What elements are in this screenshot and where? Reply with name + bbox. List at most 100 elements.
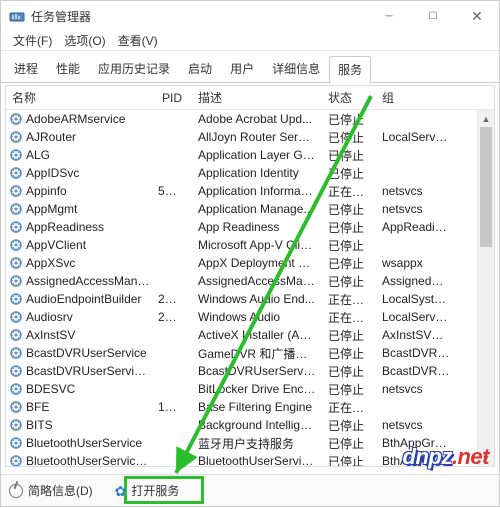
- service-icon: [10, 185, 22, 197]
- cell-desc: Windows Audio: [192, 310, 322, 324]
- table-row[interactable]: AJRouterAllJoyn Router Service已停止LocalSe…: [6, 128, 494, 146]
- table-row[interactable]: BFE1444Base Filtering Engine正在运行: [6, 398, 494, 416]
- cell-name: AppReadiness: [26, 220, 152, 234]
- service-icon: [10, 203, 22, 215]
- table-row[interactable]: Audiosrv2304Windows Audio正在运行LocalServic…: [6, 308, 494, 326]
- cell-group: wsappx: [376, 256, 456, 270]
- open-services-label: 打开服务: [131, 482, 179, 499]
- cell-name: BluetoothUserService_3a...: [26, 454, 152, 466]
- service-icon: [10, 311, 22, 323]
- cell-name: AppXSvc: [26, 256, 152, 270]
- table-row[interactable]: AppReadinessApp Readiness已停止AppReadiness: [6, 218, 494, 236]
- cell-status: 已停止: [322, 237, 376, 254]
- table-row[interactable]: Appinfo5548Application Informati...正在运行n…: [6, 182, 494, 200]
- cell-desc: Application Identity: [192, 166, 322, 180]
- table-row[interactable]: AdobeARMservice Adobe Acrobat Upd...已停止: [6, 110, 494, 128]
- watermark: dnpz.net: [403, 444, 489, 470]
- column-description[interactable]: 描述: [192, 89, 322, 106]
- close-button[interactable]: ✕: [455, 1, 499, 31]
- cell-desc: AssignedAccessMan...: [192, 274, 322, 288]
- table-row[interactable]: BDESVCBitLocker Drive Encry...已停止netsvcs: [6, 380, 494, 398]
- table-row[interactable]: AppIDSvcApplication Identity已停止: [6, 164, 494, 182]
- table-row[interactable]: BITSBackground Intellige...已停止netsvcs: [6, 416, 494, 434]
- service-icon: [10, 149, 22, 161]
- open-services-button[interactable]: ✿ 打开服务: [107, 478, 188, 503]
- column-status[interactable]: 状态: [322, 89, 376, 106]
- cell-desc: Adobe Acrobat Upd...: [192, 112, 322, 126]
- cell-status: 已停止: [322, 273, 376, 290]
- cell-pid: 1444: [152, 400, 192, 414]
- cell-desc: BcastDVRUserServic...: [192, 364, 322, 378]
- service-icon: [10, 221, 22, 233]
- cell-status: 正在运行: [322, 399, 376, 416]
- cell-name: ALG: [26, 148, 152, 162]
- fewer-details-label: 简略信息(D): [28, 482, 93, 499]
- menu-options[interactable]: 选项(O): [58, 30, 111, 51]
- cell-desc: AllJoyn Router Service: [192, 130, 322, 144]
- scroll-thumb[interactable]: [480, 127, 492, 247]
- tab-4[interactable]: 用户: [221, 55, 263, 83]
- cell-desc: App Readiness: [192, 220, 322, 234]
- bottom-bar: 简略信息(D) ✿ 打开服务: [1, 474, 499, 506]
- service-icon: [10, 257, 22, 269]
- table-row[interactable]: AssignedAccessManager... AssignedAccessMa…: [6, 272, 494, 290]
- cell-status: 已停止: [322, 219, 376, 236]
- cell-group: AssignedAcc...: [376, 274, 456, 288]
- cell-group: BcastDVRUs...: [376, 364, 456, 378]
- table-row[interactable]: AppVClientMicrosoft App-V Clie...已停止: [6, 236, 494, 254]
- cell-status: 已停止: [322, 111, 376, 128]
- table-row[interactable]: AppMgmtApplication Manage...已停止netsvcs: [6, 200, 494, 218]
- cell-name: BITS: [26, 418, 152, 432]
- scroll-up-button[interactable]: ▲: [478, 110, 494, 127]
- cell-status: 已停止: [322, 165, 376, 182]
- column-pid[interactable]: PID: [152, 91, 192, 105]
- cell-name: BcastDVRUserService: [26, 346, 152, 360]
- menu-view[interactable]: 查看(V): [112, 30, 164, 51]
- table-row[interactable]: BcastDVRUserService_3a... BcastDVRUserSer…: [6, 362, 494, 380]
- vertical-scrollbar[interactable]: ▲ ▼: [477, 110, 494, 466]
- menu-file[interactable]: 文件(F): [7, 30, 58, 51]
- cell-desc: Application Manage...: [192, 202, 322, 216]
- menu-bar: 文件(F) 选项(O) 查看(V): [1, 31, 499, 51]
- service-icon: [10, 347, 22, 359]
- cell-name: AssignedAccessManager...: [26, 274, 152, 288]
- table-row[interactable]: ALGApplication Layer Ga...已停止: [6, 146, 494, 164]
- table-row[interactable]: AudioEndpointBuilder2100Windows Audio En…: [6, 290, 494, 308]
- service-icon: [10, 239, 22, 251]
- app-icon: [9, 8, 25, 24]
- table-row[interactable]: AppXSvcAppX Deployment S...已停止wsappx: [6, 254, 494, 272]
- cell-desc: Background Intellige...: [192, 418, 322, 432]
- cell-desc: GameDVR 和广播用户服...: [192, 345, 322, 362]
- cell-status: 已停止: [322, 363, 376, 380]
- cell-status: 正在运行: [322, 291, 376, 308]
- tab-0[interactable]: 进程: [5, 55, 47, 83]
- table-row[interactable]: BcastDVRUserServiceGameDVR 和广播用户服...已停止B…: [6, 344, 494, 362]
- cell-name: Audiosrv: [26, 310, 152, 324]
- service-icon: [10, 437, 22, 449]
- cell-desc: ActiveX Installer (AxI...: [192, 328, 322, 342]
- minimize-button[interactable]: ─: [367, 1, 411, 31]
- service-icon: [10, 383, 22, 395]
- cell-name: AppVClient: [26, 238, 152, 252]
- tab-3[interactable]: 启动: [179, 55, 221, 83]
- cell-desc: Windows Audio End...: [192, 292, 322, 306]
- cell-group: netsvcs: [376, 382, 456, 396]
- cell-status: 已停止: [322, 453, 376, 467]
- column-group[interactable]: 组: [376, 89, 456, 106]
- table-row[interactable]: AxInstSVActiveX Installer (AxI...已停止AxIn…: [6, 326, 494, 344]
- cell-status: 正在运行: [322, 183, 376, 200]
- tab-6[interactable]: 服务: [329, 56, 371, 84]
- cell-name: AdobeARMservice: [26, 112, 152, 126]
- tab-1[interactable]: 性能: [47, 55, 89, 83]
- cell-desc: BluetoothUserServic...: [192, 454, 322, 466]
- cell-group: AxInstSVGro...: [376, 328, 456, 342]
- cell-name: AxInstSV: [26, 328, 152, 342]
- service-icon: [10, 329, 22, 341]
- service-icon: [10, 131, 22, 143]
- tab-5[interactable]: 详细信息: [263, 55, 329, 83]
- tab-2[interactable]: 应用历史记录: [89, 55, 179, 83]
- fewer-details-button[interactable]: 简略信息(D): [9, 482, 93, 499]
- column-name[interactable]: 名称: [6, 89, 152, 106]
- maximize-button[interactable]: ☐: [411, 1, 455, 31]
- cell-name: BcastDVRUserService_3a...: [26, 364, 152, 378]
